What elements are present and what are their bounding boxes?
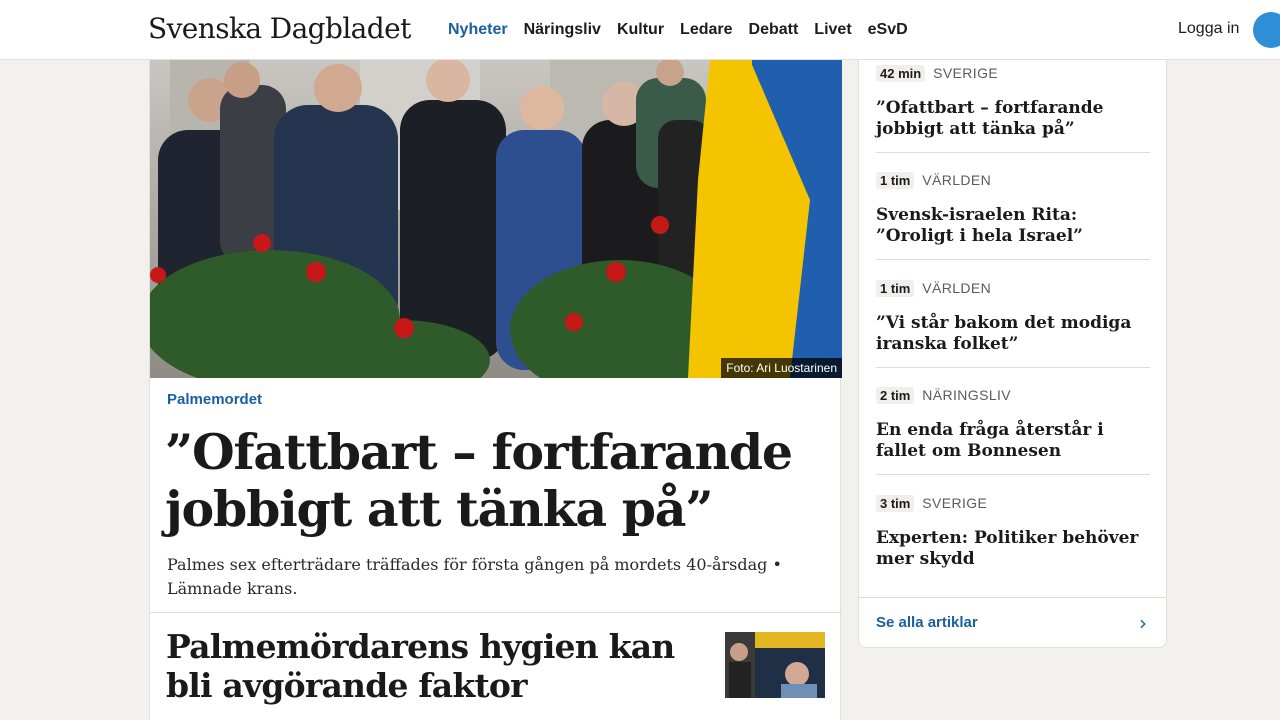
main-column: Foto: Ari Luostarinen Palmemordet ”Ofatt… xyxy=(149,60,842,720)
news-meta: 1 tim VÄRLDEN xyxy=(876,172,1150,192)
article-kicker[interactable]: Palmemordet xyxy=(167,391,262,408)
news-meta: 2 tim NÄRINGSLIV xyxy=(876,387,1150,407)
news-meta: 1 tim VÄRLDEN xyxy=(876,280,1150,300)
divider xyxy=(876,474,1150,475)
hero-photo-illustration xyxy=(150,60,842,378)
nav-item-kultur[interactable]: Kultur xyxy=(617,21,664,39)
news-item[interactable]: 42 min SVERIGE ”Ofattbart – fortfarande … xyxy=(876,65,1150,140)
news-title[interactable]: Experten: Politiker behöver mer skydd xyxy=(876,528,1150,570)
site-logo[interactable]: Svenska Dagbladet xyxy=(148,12,411,45)
news-time: 2 tim xyxy=(876,387,915,404)
news-item[interactable]: 2 tim NÄRINGSLIV En enda fråga återstår … xyxy=(876,387,1150,462)
article-lead[interactable]: Palmes sex efterträdare träffades för fö… xyxy=(167,553,827,601)
divider xyxy=(876,152,1150,153)
main-nav: Nyheter Näringsliv Kultur Ledare Debatt … xyxy=(440,0,916,60)
login-link[interactable]: Logga in xyxy=(1178,20,1239,38)
nav-item-esvd[interactable]: eSvD xyxy=(868,21,908,39)
divider xyxy=(859,597,1166,598)
news-meta: 42 min SVERIGE xyxy=(876,65,1150,85)
article-headline[interactable]: ”Ofattbart – fortfarande jobbigt att tän… xyxy=(165,424,825,538)
nav-item-nyheter[interactable]: Nyheter xyxy=(448,21,508,39)
news-time: 1 tim xyxy=(876,172,915,189)
divider xyxy=(150,612,842,613)
photo-credit: Foto: Ari Luostarinen xyxy=(721,358,842,378)
chevron-right-icon[interactable]: › xyxy=(1139,611,1147,635)
news-category: SVERIGE xyxy=(933,65,999,81)
site-header: Svenska Dagbladet Nyheter Näringsliv Kul… xyxy=(0,0,1280,60)
news-meta: 3 tim SVERIGE xyxy=(876,495,1150,515)
latest-news-sidebar: 42 min SVERIGE ”Ofattbart – fortfarande … xyxy=(858,60,1167,648)
thumbnail-illustration xyxy=(725,632,825,698)
divider xyxy=(876,259,1150,260)
divider xyxy=(876,367,1150,368)
news-title[interactable]: En enda fråga återstår i fallet om Bonne… xyxy=(876,420,1150,462)
news-item[interactable]: 3 tim SVERIGE Experten: Politiker behöve… xyxy=(876,495,1150,570)
news-category: VÄRLDEN xyxy=(922,172,992,188)
news-category: SVERIGE xyxy=(922,495,988,511)
hero-image[interactable]: Foto: Ari Luostarinen xyxy=(150,60,842,378)
second-article-thumbnail[interactable] xyxy=(725,632,825,698)
nav-item-ledare[interactable]: Ledare xyxy=(680,21,732,39)
see-all-articles-link[interactable]: Se alla artiklar xyxy=(876,614,978,631)
news-title[interactable]: Svensk-israelen Rita: ”Oroligt i hela Is… xyxy=(876,205,1150,247)
news-time: 3 tim xyxy=(876,495,915,512)
news-time: 1 tim xyxy=(876,280,915,297)
news-category: NÄRINGSLIV xyxy=(922,387,1012,403)
news-category: VÄRLDEN xyxy=(922,280,992,296)
nav-item-naringsliv[interactable]: Näringsliv xyxy=(524,21,601,39)
news-title[interactable]: ”Ofattbart – fortfarande jobbigt att tän… xyxy=(876,98,1150,140)
news-time: 42 min xyxy=(876,65,926,82)
news-item[interactable]: 1 tim VÄRLDEN ”Vi står bakom det modiga … xyxy=(876,280,1150,355)
second-article-headline[interactable]: Palmemördarens hygien kan bli avgörande … xyxy=(166,627,706,705)
account-circle-icon[interactable] xyxy=(1253,12,1280,48)
news-item[interactable]: 1 tim VÄRLDEN Svensk-israelen Rita: ”Oro… xyxy=(876,172,1150,247)
news-title[interactable]: ”Vi står bakom det modiga iranska folket… xyxy=(876,313,1150,355)
nav-item-debatt[interactable]: Debatt xyxy=(749,21,799,39)
nav-item-livet[interactable]: Livet xyxy=(814,21,851,39)
